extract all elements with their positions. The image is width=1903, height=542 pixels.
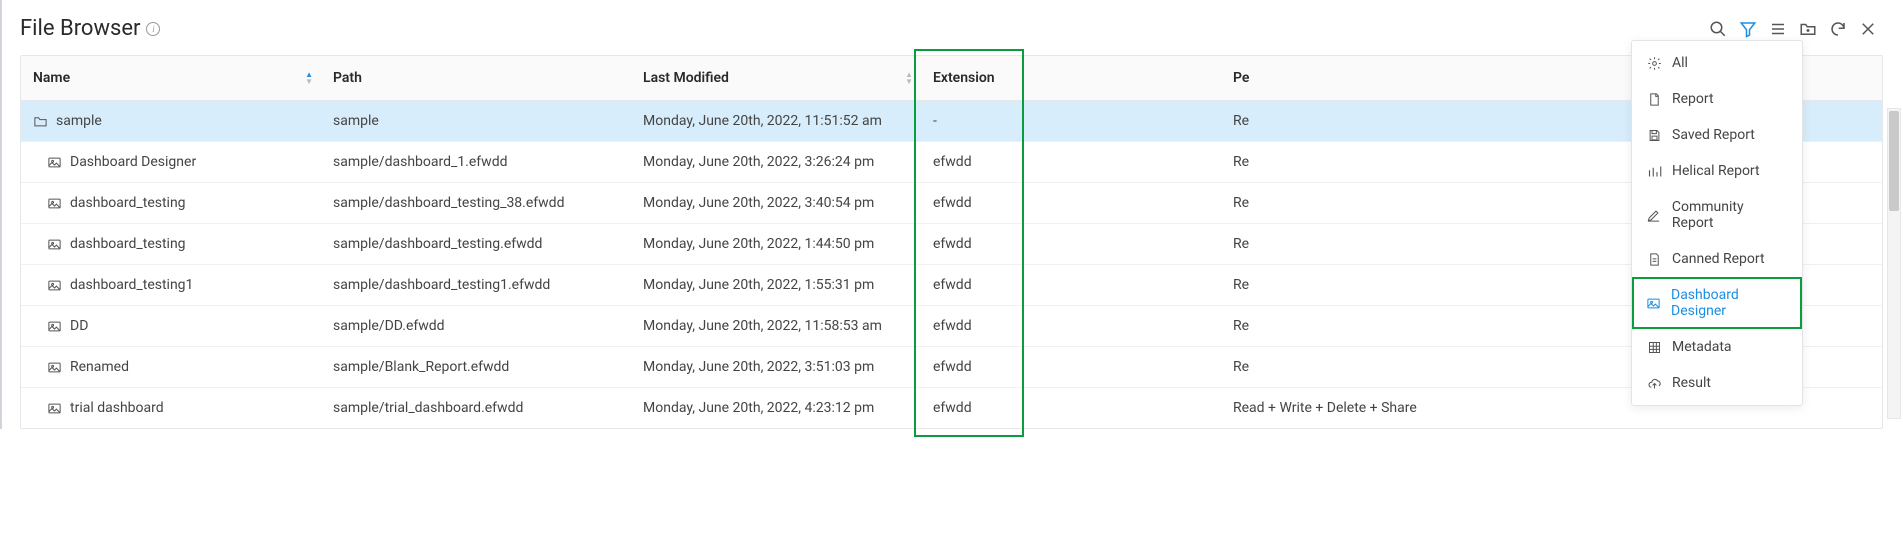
table-row[interactable]: dashboard_testing sample/dashboard_testin… <box>21 183 1882 224</box>
image-icon <box>47 319 62 334</box>
doc2-icon <box>1646 251 1662 267</box>
table-row[interactable]: trial dashboard sample/trial_dashboard.ef… <box>21 388 1882 429</box>
toolbar <box>1709 20 1883 38</box>
file-name: Renamed <box>70 359 129 375</box>
file-extension: efwdd <box>921 265 1221 306</box>
chart-icon <box>1646 163 1662 179</box>
file-path: sample/dashboard_testing.efwdd <box>321 224 631 265</box>
filter-option-metadata[interactable]: Metadata <box>1632 329 1802 365</box>
table-row[interactable]: dashboard_testing1 sample/dashboard_testi… <box>21 265 1882 306</box>
image-icon <box>47 196 62 211</box>
file-path: sample/Blank_Report.efwdd <box>321 347 631 388</box>
image-icon <box>1646 295 1661 311</box>
filter-option-dashboard-designer[interactable]: Dashboard Designer <box>1632 277 1802 329</box>
sort-arrows-icon: ▲▼ <box>305 71 313 85</box>
table-row[interactable]: samplesampleMonday, June 20th, 2022, 11:… <box>21 101 1882 142</box>
file-path: sample/dashboard_testing1.efwdd <box>321 265 631 306</box>
filter-option-label: Community Report <box>1672 199 1788 231</box>
file-table: Name ▲▼ Path Last Modified ▲▼ Extension … <box>21 56 1882 428</box>
file-extension: efwdd <box>921 347 1221 388</box>
col-header-extension[interactable]: Extension <box>921 56 1221 101</box>
file-name: dashboard_testing <box>70 195 186 211</box>
file-modified: Monday, June 20th, 2022, 3:26:24 pm <box>631 142 921 183</box>
file-modified: Monday, June 20th, 2022, 1:44:50 pm <box>631 224 921 265</box>
file-path: sample/dashboard_testing_38.efwdd <box>321 183 631 224</box>
file-name: dashboard_testing1 <box>70 277 193 293</box>
file-modified: Monday, June 20th, 2022, 4:23:12 pm <box>631 388 921 429</box>
file-extension: efwdd <box>921 183 1221 224</box>
filter-option-label: All <box>1672 55 1688 71</box>
info-icon[interactable]: i <box>146 22 160 36</box>
file-extension: efwdd <box>921 388 1221 429</box>
file-modified: Monday, June 20th, 2022, 3:51:03 pm <box>631 347 921 388</box>
scrollbar[interactable] <box>1887 108 1901 419</box>
file-path: sample/DD.efwdd <box>321 306 631 347</box>
filter-option-result[interactable]: Result <box>1632 365 1802 401</box>
cloud-icon <box>1646 375 1662 391</box>
filter-option-report[interactable]: Report <box>1632 81 1802 117</box>
image-icon <box>47 237 62 252</box>
table-row[interactable]: Dashboard Designer sample/dashboard_1.efw… <box>21 142 1882 183</box>
file-extension: efwdd <box>921 142 1221 183</box>
filter-option-canned-report[interactable]: Canned Report <box>1632 241 1802 277</box>
filter-option-label: Canned Report <box>1672 251 1765 267</box>
filter-option-all[interactable]: All <box>1632 45 1802 81</box>
file-modified: Monday, June 20th, 2022, 3:40:54 pm <box>631 183 921 224</box>
table-row[interactable]: DD sample/DD.efwddMonday, June 20th, 2022… <box>21 306 1882 347</box>
gear-icon <box>1646 55 1662 71</box>
filter-option-label: Metadata <box>1672 339 1732 355</box>
menu-icon[interactable] <box>1769 20 1787 38</box>
left-border <box>0 0 2 429</box>
table-row[interactable]: Renamed sample/Blank_Report.efwddMonday, … <box>21 347 1882 388</box>
filter-option-label: Dashboard Designer <box>1671 287 1788 319</box>
filter-option-saved-report[interactable]: Saved Report <box>1632 117 1802 153</box>
file-table-wrap: Name ▲▼ Path Last Modified ▲▼ Extension … <box>20 55 1883 429</box>
file-path: sample/dashboard_1.efwdd <box>321 142 631 183</box>
grid-icon <box>1646 339 1662 355</box>
col-header-modified[interactable]: Last Modified ▲▼ <box>631 56 921 101</box>
file-name: DD <box>70 318 88 334</box>
file-modified: Monday, June 20th, 2022, 11:58:53 am <box>631 306 921 347</box>
table-row[interactable]: dashboard_testing sample/dashboard_testin… <box>21 224 1882 265</box>
close-icon[interactable] <box>1859 20 1877 38</box>
refresh-icon[interactable] <box>1829 20 1847 38</box>
file-path: sample <box>321 101 631 142</box>
file-modified: Monday, June 20th, 2022, 1:55:31 pm <box>631 265 921 306</box>
col-header-name[interactable]: Name ▲▼ <box>21 56 321 101</box>
file-extension: efwdd <box>921 224 1221 265</box>
image-icon <box>47 360 62 375</box>
filter-option-label: Saved Report <box>1672 127 1755 143</box>
file-modified: Monday, June 20th, 2022, 11:51:52 am <box>631 101 921 142</box>
file-name: dashboard_testing <box>70 236 186 252</box>
doc-icon <box>1646 91 1662 107</box>
sort-arrows-icon: ▲▼ <box>905 71 913 85</box>
page-header: File Browser i <box>20 16 1883 41</box>
file-name: Dashboard Designer <box>70 154 196 170</box>
image-icon <box>47 278 62 293</box>
filter-dropdown: All Report Saved Report Helical Report Commu… <box>1631 40 1803 406</box>
filter-option-label: Result <box>1672 375 1711 391</box>
file-name: trial dashboard <box>70 400 164 416</box>
image-icon <box>47 401 62 416</box>
search-icon[interactable] <box>1709 20 1727 38</box>
image-icon <box>47 155 62 170</box>
filter-option-label: Report <box>1672 91 1714 107</box>
page-title: File Browser <box>20 16 140 41</box>
file-name: sample <box>56 113 102 129</box>
col-header-path[interactable]: Path <box>321 56 631 101</box>
filter-option-community-report[interactable]: Community Report <box>1632 189 1802 241</box>
scrollbar-thumb[interactable] <box>1889 111 1899 211</box>
filter-icon[interactable] <box>1739 20 1757 38</box>
file-extension: - <box>921 101 1221 142</box>
filter-option-label: Helical Report <box>1672 163 1760 179</box>
file-path: sample/trial_dashboard.efwdd <box>321 388 631 429</box>
new-folder-icon[interactable] <box>1799 20 1817 38</box>
filter-option-helical-report[interactable]: Helical Report <box>1632 153 1802 189</box>
folder-icon <box>33 114 48 129</box>
pen-icon <box>1646 207 1662 223</box>
save-icon <box>1646 127 1662 143</box>
file-extension: efwdd <box>921 306 1221 347</box>
